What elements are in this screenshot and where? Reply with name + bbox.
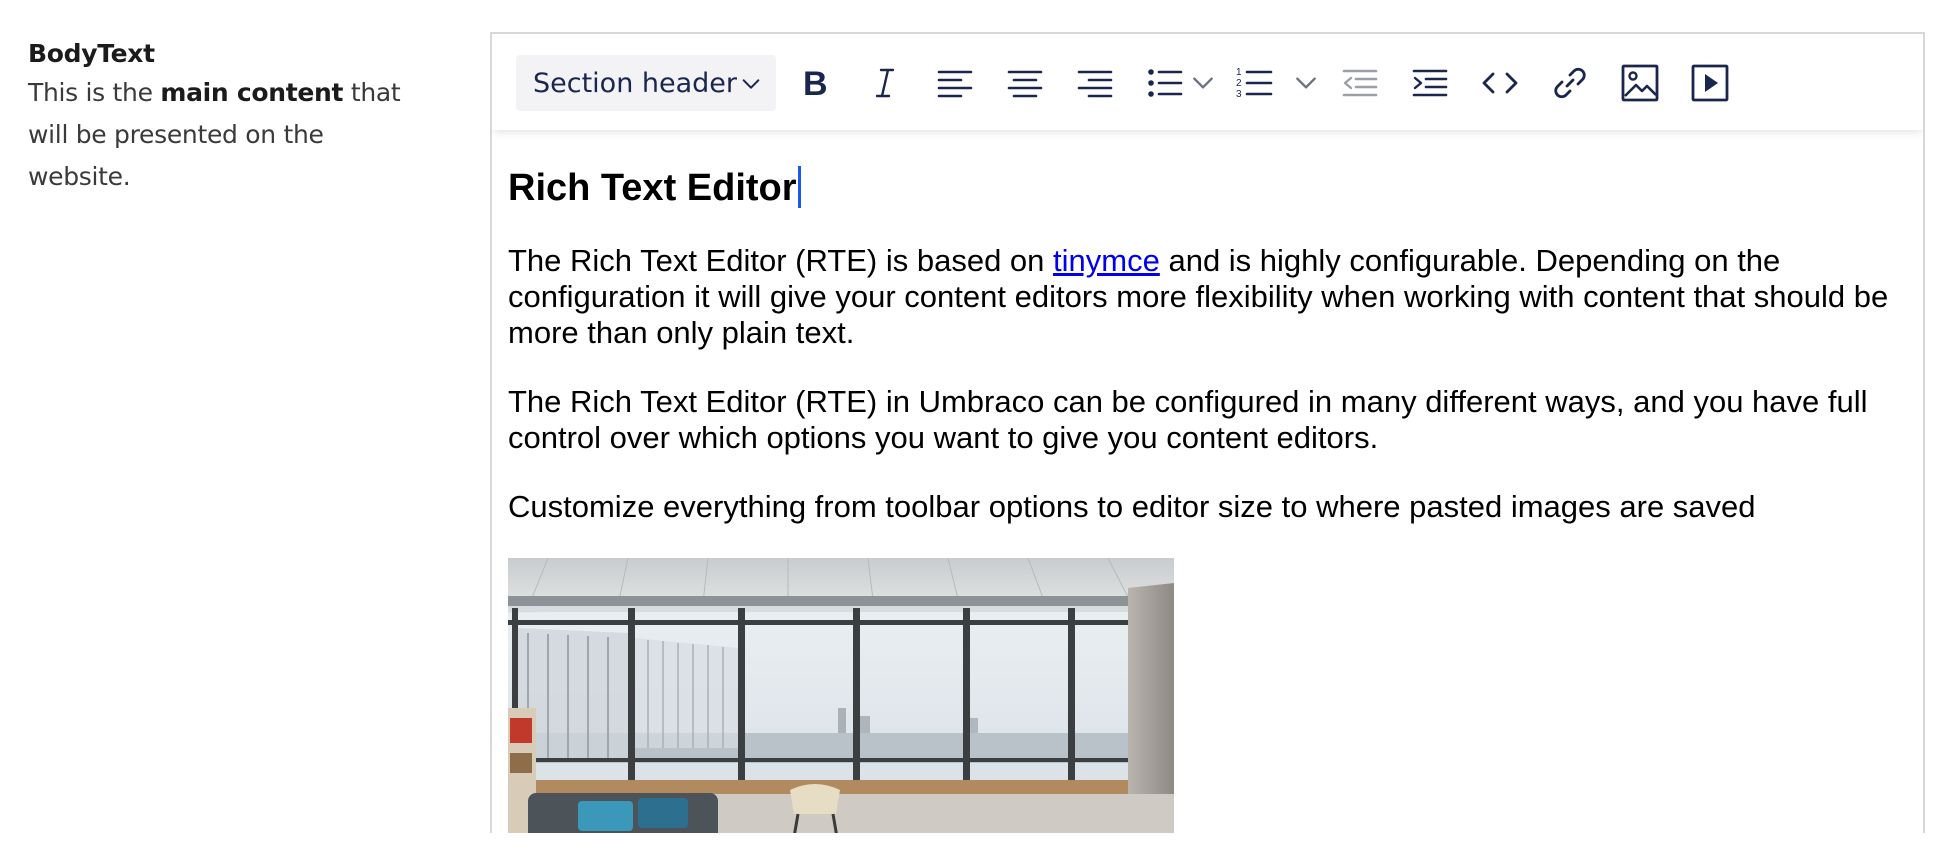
paragraph-1[interactable]: The Rich Text Editor (RTE) is based on t… (508, 243, 1908, 351)
bold-icon: B (803, 65, 828, 103)
paragraph-2[interactable]: The Rich Text Editor (RTE) in Umbraco ca… (508, 384, 1908, 456)
align-right-button[interactable] (1070, 58, 1120, 108)
property-description: This is the main content that will be pr… (28, 72, 408, 198)
svg-text:B: B (803, 65, 828, 103)
outdent-button[interactable] (1335, 58, 1385, 108)
bullet-list-button[interactable] (1140, 58, 1190, 108)
italic-icon (875, 68, 895, 98)
align-left-icon (937, 70, 973, 98)
editor-toolbar: Section header B 1 2 3 (492, 34, 1923, 130)
indent-button[interactable] (1405, 58, 1455, 108)
format-select[interactable]: Section header (516, 55, 776, 111)
image-icon (1621, 64, 1659, 102)
bullet-list-dropdown[interactable] (1188, 68, 1218, 98)
link-icon (1554, 67, 1586, 99)
editor-content[interactable]: Rich Text Editor The Rich Text Editor (R… (508, 130, 1908, 833)
bold-button[interactable]: B (790, 58, 840, 108)
align-center-icon (1007, 70, 1043, 98)
outdent-icon (1342, 69, 1378, 97)
paragraph-1-pre: The Rich Text Editor (RTE) is based on (508, 243, 1054, 278)
svg-text:3: 3 (1236, 89, 1242, 100)
numbered-list-button[interactable]: 1 2 3 (1230, 58, 1280, 108)
property-desc-pre: This is the (28, 78, 161, 107)
source-code-icon (1482, 72, 1518, 94)
rich-text-editor: Section header B 1 2 3 Rich Text Editor … (490, 32, 1925, 833)
numbered-list-icon: 1 2 3 (1236, 67, 1273, 100)
align-left-button[interactable] (930, 58, 980, 108)
align-right-icon (1077, 70, 1113, 98)
numbered-list-dropdown[interactable] (1291, 68, 1321, 98)
chevron-down-icon (1193, 77, 1213, 89)
source-code-button[interactable] (1475, 58, 1525, 108)
indent-icon (1412, 69, 1448, 97)
office-photo-image (508, 558, 1174, 833)
office-photo[interactable] (508, 558, 1174, 833)
content-heading[interactable]: Rich Text Editor (508, 166, 801, 210)
paragraph-3[interactable]: Customize everything from toolbar option… (508, 489, 1908, 525)
bullet-list-icon (1148, 69, 1183, 97)
property-desc-bold: main content (160, 78, 344, 107)
svg-text:2: 2 (1236, 78, 1242, 89)
chevron-down-icon (1296, 77, 1316, 89)
tinymce-link[interactable]: tinymce (1053, 243, 1160, 278)
align-center-button[interactable] (1000, 58, 1050, 108)
insert-image-button[interactable] (1615, 58, 1665, 108)
content-heading-text: Rich Text Editor (508, 167, 797, 209)
media-icon (1691, 64, 1729, 102)
format-select-value: Section header (533, 67, 738, 99)
italic-button[interactable] (860, 58, 910, 108)
insert-media-button[interactable] (1685, 58, 1735, 108)
link-button[interactable] (1545, 58, 1595, 108)
svg-text:1: 1 (1236, 67, 1242, 78)
chevron-down-icon (740, 71, 762, 93)
property-label: BodyText This is the main content that w… (28, 36, 428, 198)
property-title: BodyText (28, 39, 155, 68)
text-caret (797, 166, 801, 208)
